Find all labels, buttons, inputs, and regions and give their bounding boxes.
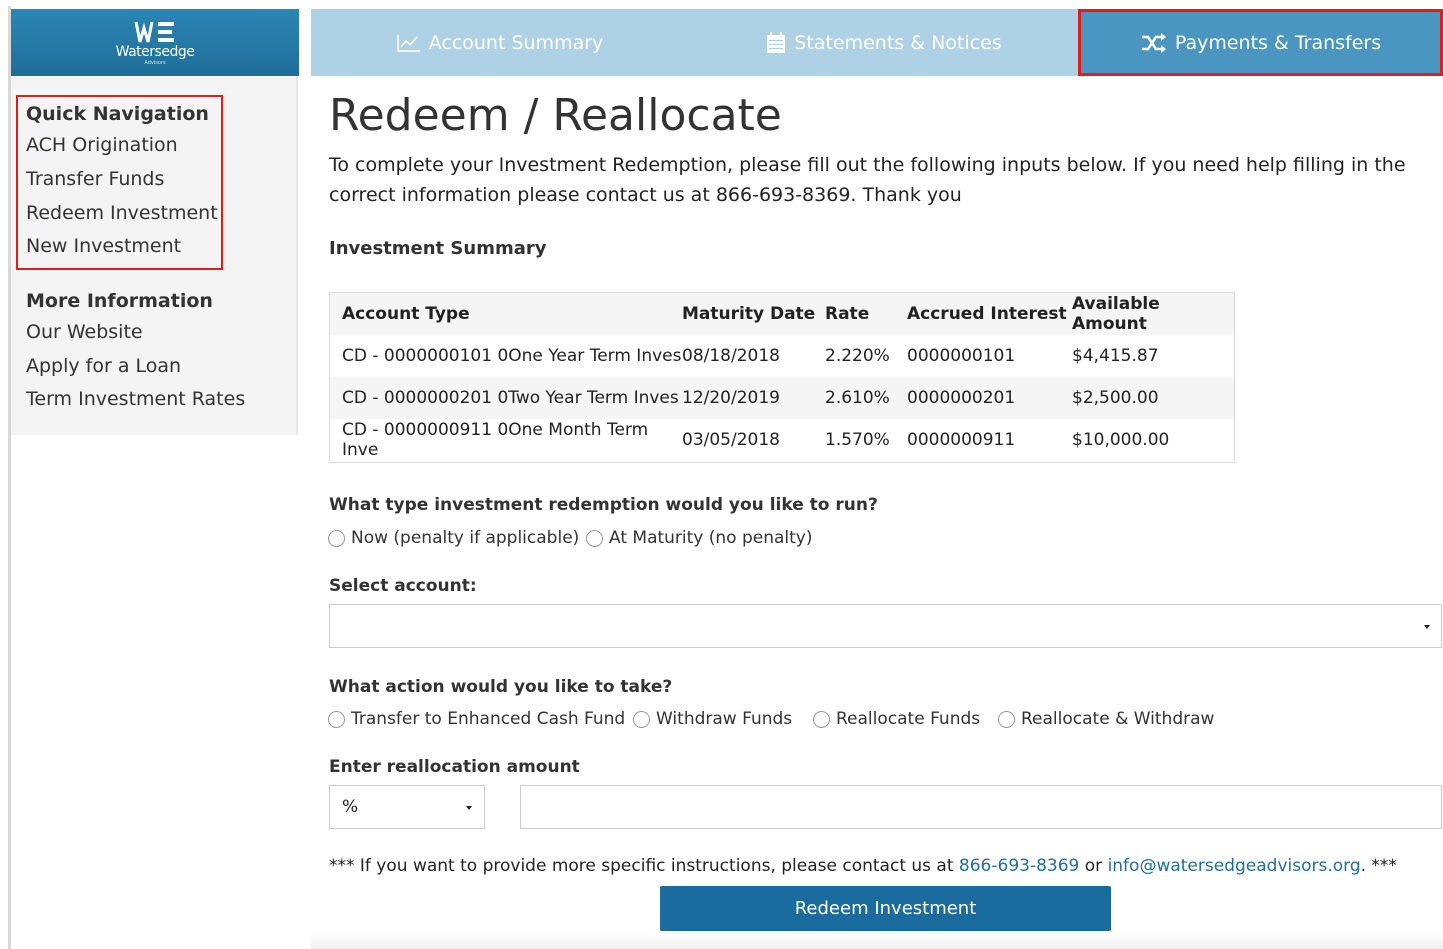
action-question: What action would you like to take? [329, 677, 673, 697]
sidebar-item-apply-loan[interactable]: Apply for a Loan [26, 355, 181, 377]
radio-label: Now (penalty if applicable) [351, 528, 580, 548]
maturity-date-cell: 03/05/2018 [682, 430, 780, 450]
tab-account-summary[interactable]: Account Summary [311, 9, 689, 76]
radio-label: Reallocate Funds [836, 709, 981, 729]
column-header: Rate [825, 293, 907, 335]
calendar-icon [767, 31, 786, 53]
column-header: Maturity Date [682, 293, 825, 335]
table-header-row: Account Type Maturity Date Rate Accrued … [330, 293, 1234, 335]
account-select[interactable] [329, 604, 1442, 648]
column-header: Account Type [330, 293, 682, 335]
radio-reallocate-funds[interactable]: Reallocate Funds [813, 709, 980, 729]
sidebar-item-term-rates[interactable]: Term Investment Rates [26, 388, 245, 410]
radio-at-maturity[interactable]: At Maturity (no penalty) [586, 528, 813, 548]
contact-note-middle: or [1079, 856, 1108, 876]
sidebar-item-our-website[interactable]: Our Website [26, 321, 143, 343]
select-account-label: Select account: [329, 576, 477, 596]
rate-cell: 1.570% [825, 430, 890, 450]
logo-name: Watersedge [115, 43, 195, 60]
radio-withdraw-funds[interactable]: Withdraw Funds [633, 709, 792, 729]
accrued-interest-cell: 0000000201 [907, 377, 1072, 419]
table-row: CD - 0000000911 0One Month Term Inve 03/… [330, 419, 1234, 461]
radio-now[interactable]: Now (penalty if applicable) [328, 528, 579, 548]
email-link[interactable]: info@watersedgeadvisors.org [1108, 856, 1361, 876]
radio-circle[interactable] [328, 710, 345, 728]
chevron-down-icon [466, 806, 472, 810]
radio-transfer-enhanced-cash[interactable]: Transfer to Enhanced Cash Fund [328, 709, 625, 729]
investment-summary-table: Account Type Maturity Date Rate Accrued … [329, 292, 1235, 463]
radio-circle[interactable] [813, 710, 830, 728]
contact-note-prefix: *** If you want to provide more specific… [329, 856, 959, 876]
phone-link[interactable]: 866-693-8369 [959, 856, 1079, 876]
maturity-date-cell: 12/20/2019 [682, 377, 825, 419]
radio-label: Transfer to Enhanced Cash Fund [351, 709, 626, 729]
account-type-cell: CD - 0000000101 0One Year Term Inves [342, 346, 682, 366]
bottom-fade [311, 932, 1443, 949]
investment-summary-heading: Investment Summary [329, 238, 547, 259]
radio-circle[interactable] [998, 710, 1015, 728]
quick-navigation-highlight [16, 95, 223, 270]
amount-unit-select[interactable]: % [329, 785, 485, 829]
account-type-cell: CD - 0000000201 0Two Year Term Inves [330, 377, 682, 419]
table-row: CD - 0000000201 0Two Year Term Inves 12/… [330, 377, 1234, 419]
more-information-heading: More Information [26, 290, 213, 312]
column-header: Available Amount [1072, 293, 1234, 335]
watersedge-logo-icon [134, 21, 174, 42]
accrued-interest-cell: 0000000101 [907, 346, 1016, 366]
logo-subtitle: Advisors [144, 59, 166, 66]
line-chart-icon [396, 34, 420, 52]
available-amount-cell: $2,500.00 [1072, 377, 1234, 419]
rate-cell: 2.220% [825, 346, 890, 366]
payments-tab-highlight [1078, 9, 1443, 76]
tab-label: Account Summary [428, 31, 604, 54]
maturity-date-cell: 08/18/2018 [682, 346, 780, 366]
radio-label: At Maturity (no penalty) [609, 528, 813, 548]
available-amount-cell: $4,415.87 [1072, 346, 1159, 366]
reallocation-amount-input[interactable] [520, 785, 1442, 829]
reallocation-amount-label: Enter reallocation amount [329, 757, 580, 777]
radio-label: Withdraw Funds [656, 709, 793, 729]
radio-circle[interactable] [328, 529, 345, 547]
contact-note: *** If you want to provide more specific… [329, 856, 1397, 876]
page-title: Redeem / Reallocate [329, 90, 782, 141]
logo[interactable]: Watersedge Advisors [11, 9, 299, 76]
available-amount-cell: $10,000.00 [1072, 430, 1170, 450]
radio-circle[interactable] [633, 710, 650, 728]
amount-unit-value: % [342, 797, 359, 817]
intro-text: To complete your Investment Redemption, … [329, 154, 1406, 206]
column-header: Accrued Interest [907, 293, 1072, 335]
contact-note-suffix: . *** [1360, 856, 1397, 876]
radio-label: Reallocate & Withdraw [1021, 709, 1215, 729]
chevron-down-icon [1424, 625, 1430, 629]
table-row: CD - 0000000101 0One Year Term Inves 08/… [330, 335, 1234, 377]
tab-statements-notices[interactable]: Statements & Notices [689, 9, 1079, 76]
rate-cell: 2.610% [825, 377, 907, 419]
tab-label: Statements & Notices [794, 31, 1002, 54]
redemption-type-question: What type investment redemption would yo… [329, 495, 878, 515]
account-type-cell: CD - 0000000911 0One Month Term Inve [342, 420, 649, 460]
radio-circle[interactable] [586, 529, 603, 547]
accrued-interest-cell: 0000000911 [907, 430, 1016, 450]
radio-reallocate-withdraw[interactable]: Reallocate & Withdraw [998, 709, 1214, 729]
redeem-investment-button[interactable]: Redeem Investment [660, 886, 1111, 931]
